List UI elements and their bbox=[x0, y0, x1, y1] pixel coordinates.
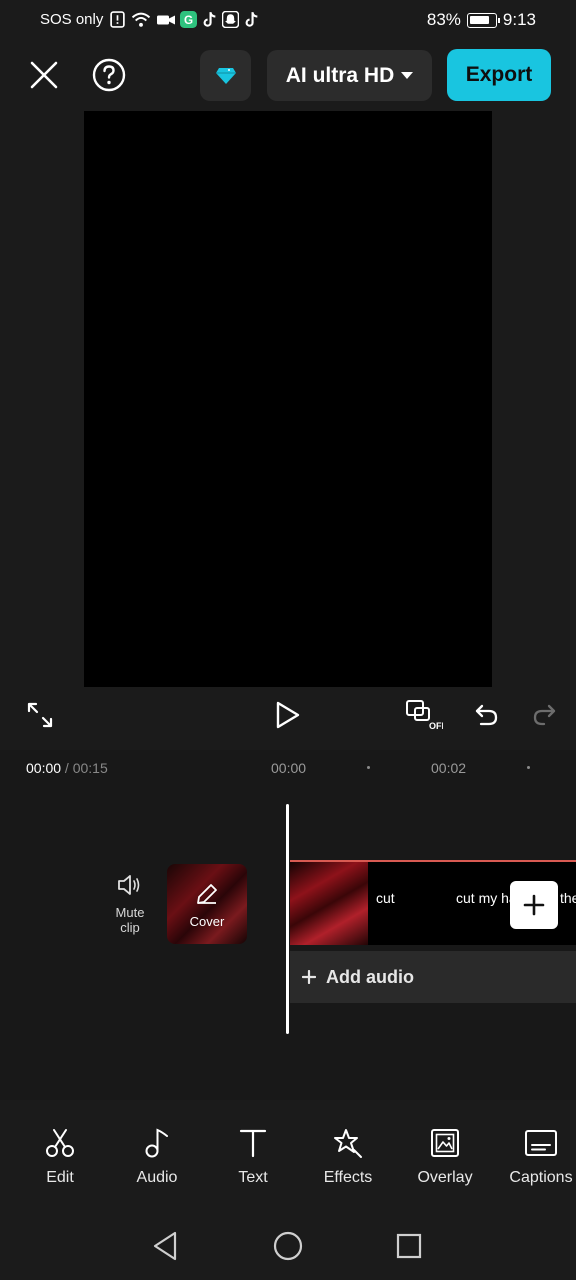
cover-button[interactable]: Cover bbox=[167, 864, 247, 944]
current-time: 00:00 bbox=[26, 760, 62, 776]
premium-button[interactable] bbox=[200, 50, 251, 101]
battery-icon bbox=[466, 12, 500, 28]
editor-toolbar: AI ultra HD Export bbox=[0, 40, 576, 110]
clip-thumbnail bbox=[290, 862, 368, 945]
chevron-down-icon bbox=[401, 71, 414, 79]
tool-label: Audio bbox=[136, 1169, 178, 1186]
fullscreen-icon bbox=[27, 702, 53, 728]
ruler-dot bbox=[527, 766, 530, 769]
add-audio-button[interactable]: Add audio bbox=[290, 951, 576, 1003]
quality-selector[interactable]: AI ultra HD bbox=[267, 50, 432, 101]
tiktok-icon bbox=[245, 12, 258, 27]
close-icon bbox=[30, 61, 58, 89]
home-circle-icon bbox=[273, 1231, 303, 1261]
status-icons: G bbox=[109, 11, 260, 28]
status-left: SOS only G bbox=[40, 11, 260, 28]
tool-label: Overlay bbox=[417, 1169, 473, 1186]
captions-icon bbox=[525, 1130, 557, 1156]
tiktok-icon bbox=[203, 12, 216, 27]
playback-controls: OFF bbox=[0, 687, 576, 749]
bottom-toolbar: Edit Audio Text Effects Overlay Captions bbox=[0, 1100, 576, 1210]
status-right: 83% 9:13 bbox=[427, 10, 536, 30]
clock: 9:13 bbox=[502, 10, 536, 29]
speaker-icon bbox=[118, 875, 140, 895]
redo-button[interactable] bbox=[524, 695, 564, 735]
plus-icon bbox=[302, 970, 316, 984]
edit-pencil-icon bbox=[197, 884, 217, 904]
tool-edit[interactable]: Edit bbox=[15, 1126, 105, 1187]
ruler-dot bbox=[367, 766, 370, 769]
home-button[interactable] bbox=[268, 1226, 308, 1266]
plus-icon bbox=[523, 894, 545, 916]
undo-button[interactable] bbox=[467, 695, 507, 735]
playhead[interactable] bbox=[286, 804, 289, 1034]
effects-icon bbox=[334, 1129, 362, 1158]
diamond-icon bbox=[215, 67, 236, 84]
tool-audio[interactable]: Audio bbox=[112, 1126, 202, 1187]
battery-percent: 83% bbox=[426, 10, 461, 29]
keyframe-off-icon: OFF bbox=[406, 700, 443, 731]
svg-text:OFF: OFF bbox=[429, 721, 443, 731]
tool-label: Effects bbox=[323, 1169, 373, 1186]
recents-square-icon bbox=[396, 1233, 422, 1259]
fullscreen-button[interactable] bbox=[20, 695, 60, 735]
status-bar: SOS only G 83% 9:13 bbox=[0, 0, 576, 40]
help-icon bbox=[92, 58, 126, 92]
add-audio-label: Add audio bbox=[326, 966, 414, 987]
ruler-mark: 00:02 bbox=[431, 760, 467, 776]
add-clip-button[interactable] bbox=[510, 881, 558, 929]
back-triangle-icon bbox=[153, 1231, 177, 1261]
play-icon bbox=[276, 701, 300, 729]
tool-captions[interactable]: Captions bbox=[496, 1126, 576, 1187]
video-icon bbox=[157, 15, 176, 25]
battery-fill bbox=[469, 15, 489, 24]
tool-overlay[interactable]: Overlay bbox=[400, 1126, 490, 1187]
redo-icon bbox=[533, 704, 556, 726]
grammarly-icon: G bbox=[180, 11, 198, 28]
recents-button[interactable] bbox=[389, 1226, 429, 1266]
timecode: 00:00 / 00:15 bbox=[26, 760, 108, 776]
quality-label: AI ultra HD bbox=[285, 63, 395, 87]
back-button[interactable] bbox=[145, 1226, 185, 1266]
mute-clip-label: Mute clip bbox=[115, 905, 145, 935]
help-button[interactable] bbox=[89, 55, 129, 95]
wifi-icon bbox=[132, 12, 151, 27]
video-preview[interactable] bbox=[84, 111, 492, 687]
clip-caption: cut my ha bbox=[456, 890, 517, 906]
total-time: / 00:15 bbox=[61, 760, 108, 776]
alert-icon bbox=[110, 11, 126, 28]
tool-label: Captions bbox=[509, 1169, 573, 1186]
clip-caption: the bbox=[560, 890, 576, 906]
play-button[interactable] bbox=[268, 695, 308, 735]
overlay-icon bbox=[431, 1129, 459, 1157]
mute-clip-button[interactable]: Mute clip bbox=[105, 873, 155, 935]
ruler-mark: 00:00 bbox=[271, 760, 307, 776]
status-text: SOS only bbox=[40, 11, 104, 28]
scissors-icon bbox=[46, 1129, 74, 1157]
undo-icon bbox=[475, 704, 498, 726]
tool-label: Edit bbox=[46, 1169, 74, 1186]
cover-label: Cover bbox=[189, 914, 225, 929]
svg-text:G: G bbox=[184, 14, 193, 27]
clip-caption: cut bbox=[376, 890, 395, 906]
snapchat-icon bbox=[222, 11, 240, 28]
tool-label: Text bbox=[238, 1169, 268, 1186]
text-icon bbox=[239, 1129, 267, 1158]
export-button[interactable]: Export bbox=[447, 49, 551, 101]
keyframe-toggle-button[interactable]: OFF bbox=[404, 695, 444, 735]
music-note-icon bbox=[145, 1128, 168, 1158]
tool-text[interactable]: Text bbox=[208, 1126, 298, 1187]
tool-effects[interactable]: Effects bbox=[303, 1126, 393, 1187]
close-button[interactable] bbox=[24, 55, 64, 95]
system-nav-bar bbox=[0, 1210, 576, 1280]
